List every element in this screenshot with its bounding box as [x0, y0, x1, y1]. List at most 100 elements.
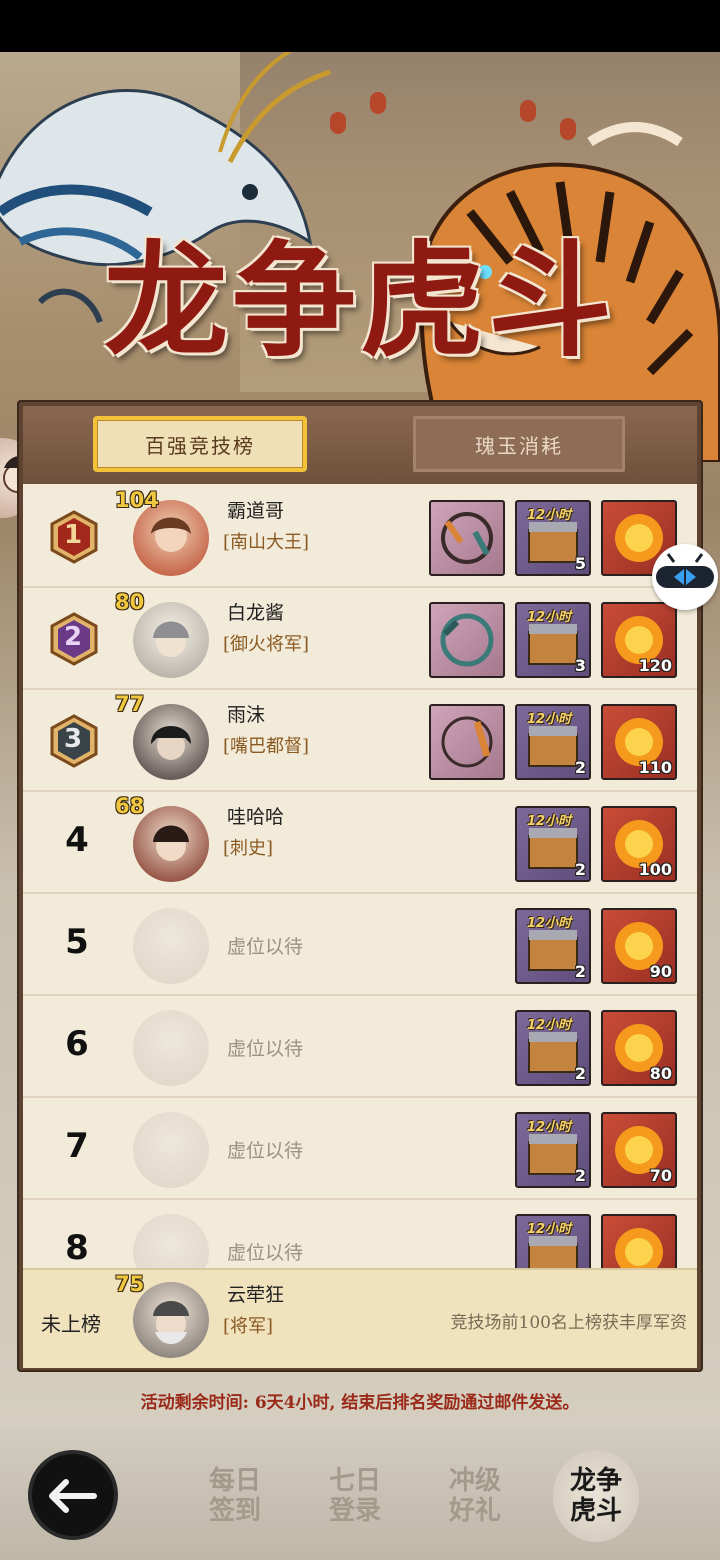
my-rank-status: 未上榜 — [41, 1312, 101, 1336]
reward-quantity: 5 — [574, 554, 586, 573]
table-row: 8 虚位以待 12小时 — [23, 1200, 697, 1276]
reward-quantity: 2 — [574, 1064, 586, 1083]
rank-number: 2 — [63, 622, 83, 652]
player-name: 雨沫 — [227, 704, 266, 726]
reward-fire-orb[interactable]: 110 — [601, 704, 677, 780]
lantern-decoration — [520, 100, 536, 122]
chest-duration-label: 12小时 — [527, 610, 572, 625]
level-badge: 104 — [115, 488, 159, 512]
ranking-panel: 百强竞技榜 瑰玉消耗 1 104 霸道哥 [南山大王] 12小时 5 2 80 … — [17, 400, 703, 1372]
reward-dragon-frame[interactable] — [429, 602, 505, 678]
vacant-slot-label: 虚位以待 — [227, 1242, 304, 1264]
nav-label-line1: 每日 — [208, 1466, 261, 1496]
player-name: 霸道哥 — [227, 500, 285, 522]
nav-label-line2: 签到 — [208, 1496, 261, 1526]
lantern-decoration — [370, 92, 386, 114]
nav-daily-signin[interactable]: 每日 签到 — [195, 1466, 275, 1526]
tab-bar: 百强竞技榜 瑰玉消耗 — [23, 406, 697, 484]
reward-fire-orb[interactable]: 80 — [601, 1010, 677, 1086]
tab-top100-arena[interactable]: 百强竞技榜 — [93, 416, 307, 472]
reward-fire-orb[interactable]: 100 — [601, 806, 677, 882]
avatar-placeholder — [133, 908, 209, 984]
my-level-badge: 75 — [115, 1272, 145, 1296]
my-rank-row: 未上榜 75 云荦狂 [将军] 竞技场前100名上榜获丰厚军资 — [23, 1268, 697, 1368]
reward-quantity: 80 — [649, 1064, 672, 1083]
rank-number: 5 — [65, 922, 89, 962]
table-row: 4 68 哇哈哈 [刺史] 12小时 2 100 — [23, 792, 697, 894]
reward-fire-orb[interactable] — [601, 1214, 677, 1276]
table-row: 1 104 霸道哥 [南山大王] 12小时 5 1 — [23, 486, 697, 588]
vacant-slot-label: 虚位以待 — [227, 1038, 304, 1060]
event-title: 龙争虎斗 — [103, 229, 616, 374]
reward-quantity: 110 — [638, 758, 672, 777]
reward-quantity: 120 — [638, 656, 672, 675]
floating-assistant-button[interactable] — [652, 544, 718, 610]
chest-duration-label: 12小时 — [527, 916, 572, 931]
reward-quantity: 2 — [574, 962, 586, 981]
avatar[interactable] — [133, 602, 209, 678]
avatar-placeholder — [133, 1112, 209, 1188]
nav-dragon-tiger-battle[interactable]: 龙争 虎斗 — [556, 1466, 636, 1526]
level-badge: 68 — [115, 794, 145, 818]
reward-fire-orb[interactable]: 120 — [601, 602, 677, 678]
reward-chest[interactable]: 12小时 3 — [515, 602, 591, 678]
table-row: 7 虚位以待 12小时 2 70 — [23, 1098, 697, 1200]
reward-quantity: 3 — [574, 656, 586, 675]
reward-quantity: 100 — [638, 860, 672, 879]
avatar[interactable] — [133, 704, 209, 780]
nav-seven-day-login[interactable]: 七日 登录 — [315, 1466, 395, 1526]
rank-number: 1 — [63, 520, 83, 550]
nav-label-line2: 虎斗 — [569, 1496, 622, 1526]
ranking-hint: 竞技场前100名上榜获丰厚军资 — [450, 1313, 687, 1333]
chest-duration-label: 12小时 — [527, 508, 572, 523]
arrow-left-icon — [49, 1479, 97, 1513]
reward-quantity: 2 — [574, 1166, 586, 1185]
chest-duration-label: 12小时 — [527, 814, 572, 829]
reward-chest[interactable]: 12小时 2 — [515, 908, 591, 984]
avatar[interactable] — [133, 806, 209, 882]
player-name: 白龙酱 — [227, 602, 285, 624]
my-title: [将军] — [223, 1316, 274, 1337]
reward-quantity: 90 — [649, 962, 672, 981]
status-bar — [0, 0, 720, 52]
back-button[interactable] — [32, 1454, 114, 1536]
level-badge: 77 — [115, 692, 145, 716]
reward-chest[interactable]: 12小时 2 — [515, 704, 591, 780]
player-title: [御火将军] — [223, 634, 310, 655]
reward-chest[interactable]: 12小时 2 — [515, 1112, 591, 1188]
reward-fire-orb[interactable]: 70 — [601, 1112, 677, 1188]
chest-duration-label: 12小时 — [527, 712, 572, 727]
chest-duration-label: 12小时 — [527, 1018, 572, 1033]
table-row: 3 77 雨沫 [嘴巴都督] 12小时 2 110 — [23, 690, 697, 792]
player-title: [南山大王] — [223, 532, 310, 553]
reward-tiger-frame[interactable] — [429, 704, 505, 780]
rank-number: 7 — [65, 1126, 89, 1166]
player-title: [刺史] — [223, 838, 274, 859]
reward-chest[interactable]: 12小时 — [515, 1214, 591, 1276]
my-name: 云荦狂 — [227, 1284, 285, 1306]
rank-number: 6 — [65, 1024, 89, 1064]
my-avatar[interactable] — [133, 1282, 209, 1358]
vacant-slot-label: 虚位以待 — [227, 936, 304, 958]
player-title: [嘴巴都督] — [223, 736, 310, 757]
reward-chest[interactable]: 12小时 2 — [515, 1010, 591, 1086]
nav-label-line1: 冲级 — [448, 1466, 501, 1496]
reward-fire-orb[interactable]: 90 — [601, 908, 677, 984]
tab-jade-consumption[interactable]: 瑰玉消耗 — [413, 416, 625, 472]
table-row: 6 虚位以待 12小时 2 80 — [23, 996, 697, 1098]
nav-label-line2: 登录 — [328, 1496, 381, 1526]
player-name: 哇哈哈 — [227, 806, 285, 828]
rank-number: 3 — [63, 724, 83, 754]
avatar-placeholder — [133, 1214, 209, 1276]
nav-label-line1: 七日 — [328, 1466, 381, 1496]
table-row: 5 虚位以待 12小时 2 90 — [23, 894, 697, 996]
nav-level-up-gift[interactable]: 冲级 好礼 — [435, 1466, 515, 1526]
reward-tiger-frame[interactable] — [429, 500, 505, 576]
ranking-list[interactable]: 1 104 霸道哥 [南山大王] 12小时 5 1 — [23, 486, 697, 1276]
reward-quantity: 70 — [649, 1166, 672, 1185]
event-countdown: 活动剩余时间: 6天4小时, 结束后排名奖励通过邮件发送。 — [140, 1393, 580, 1413]
assistant-icon — [656, 553, 714, 588]
reward-chest[interactable]: 12小时 5 — [515, 500, 591, 576]
reward-chest[interactable]: 12小时 2 — [515, 806, 591, 882]
chest-duration-label: 12小时 — [527, 1120, 572, 1135]
